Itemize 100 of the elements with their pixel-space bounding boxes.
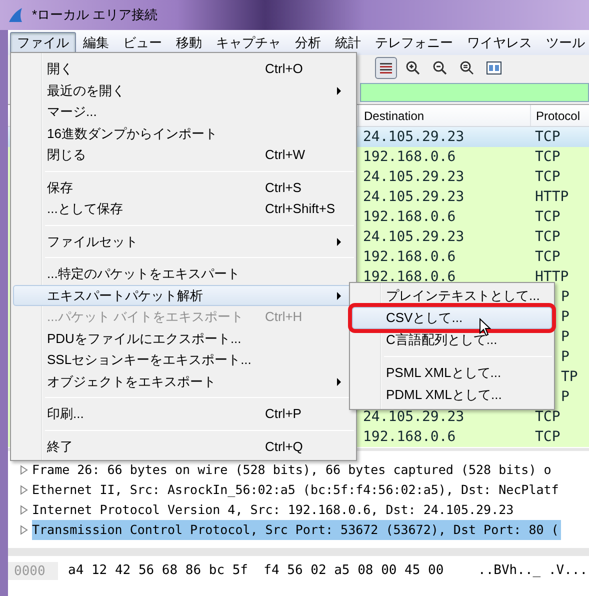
menu-label: エキスパートパケット解析 <box>47 286 204 304</box>
toolbar-button[interactable] <box>375 56 397 78</box>
shortcut-label: Ctrl+Shift+S <box>265 200 336 218</box>
table-cell-text: P <box>561 308 570 326</box>
menu-item[interactable]: テレフォニー <box>368 32 460 54</box>
table-cell-text: TCP <box>534 148 560 166</box>
shortcut-label: Ctrl+P <box>265 405 302 423</box>
menu-item[interactable]: 分析 <box>288 32 328 54</box>
submenu-arrow-icon <box>337 238 341 246</box>
table-cell-text: 192.168.0.6 <box>362 268 457 286</box>
hex-bytes: a4 12 42 56 68 86 bc 5f f4 56 02 a5 08 00 45 00 <box>67 562 445 580</box>
menu-label: ...特定のパケットをエキスパート <box>47 265 241 283</box>
zoom-in-icon <box>405 60 421 76</box>
menu-label: PDUをファイルにエクスポート... <box>47 330 242 348</box>
menu-label: 印刷... <box>47 405 85 423</box>
table-cell-text: 24.105.29.23 <box>362 168 466 186</box>
table-cell-text: P <box>561 348 570 366</box>
menu-label: 保存 <box>47 178 74 196</box>
fin-icon <box>8 7 24 23</box>
table-cell-text: 24.105.29.23 <box>362 408 466 426</box>
shortcut-label: Ctrl+W <box>265 146 306 164</box>
menu-label: PDML XMLとして... <box>386 386 502 404</box>
menu-item[interactable]: 16進数ダンプからインポート <box>13 122 354 144</box>
menu-label: CSVとして... <box>386 309 463 328</box>
table-cell-text: TCP <box>534 228 560 246</box>
zoom-reset-icon <box>459 60 475 76</box>
menu-item[interactable]: ファイルセット <box>13 230 354 252</box>
table-cell-text: P <box>561 388 570 406</box>
menu-item[interactable]: 統計 <box>328 32 368 54</box>
tree-item[interactable]: Internet Protocol Version 4, Src: 192.168.0.6, Dst: 24.105.29.23 <box>32 500 516 520</box>
table-cell-text: TCP <box>534 128 560 146</box>
table-cell-text: 192.168.0.6 <box>362 248 457 266</box>
menu-label: 閉じる <box>47 146 87 164</box>
menu-label: ファイルセット <box>47 232 139 250</box>
submenu-arrow-icon <box>337 292 341 300</box>
menu-label: 開く <box>47 60 74 78</box>
shortcut-label: Ctrl+H <box>265 308 302 326</box>
table-cell-text: TP <box>561 368 578 386</box>
window-title: *ローカル エリア接続 <box>32 6 158 24</box>
menu-label: 終了 <box>47 438 74 456</box>
table-cell-text: HTTP <box>534 188 569 206</box>
column-resize-icon <box>486 60 502 76</box>
menu-label: C言語配列として... <box>386 331 498 350</box>
menu-item[interactable]: ワイヤレス <box>460 32 539 54</box>
submenu-arrow-icon <box>337 86 341 94</box>
menu-item[interactable]: ビュー <box>116 32 169 54</box>
table-cell-text: P <box>561 288 570 306</box>
table-cell-text: HTTP <box>534 268 569 286</box>
offset-label: 0000 <box>8 562 58 580</box>
menu-item[interactable]: 編集 <box>76 32 116 54</box>
shortcut-label: Ctrl+O <box>265 60 303 78</box>
table-cell-text: 24.105.29.23 <box>362 188 466 206</box>
filter-field[interactable] <box>360 82 589 102</box>
table-cell-text: 24.105.29.23 <box>362 228 466 246</box>
menu-item[interactable]: 移動 <box>169 32 209 54</box>
menu-item[interactable]: キャプチャ <box>209 32 288 54</box>
ascii-text: ..BVh.._ .V... <box>478 562 588 580</box>
menu-item[interactable]: 閉じる Ctrl+W <box>13 144 354 166</box>
table-cell-text: TCP <box>534 168 560 186</box>
submenu-arrow-icon <box>337 378 341 386</box>
table-cell-text: 192.168.0.6 <box>362 148 457 166</box>
menu-item[interactable]: ...特定のパケットをエキスパート <box>13 263 354 284</box>
menu-label: ...パケット バイトをエキスポート <box>47 308 244 326</box>
menu-item[interactable]: 印刷... Ctrl+P <box>13 403 354 424</box>
table-cell-text: 24.105.29.23 <box>362 128 466 146</box>
tree-item[interactable]: Ethernet II, Src: AsrockIn_56:02:a5 (bc:5f:f4:56:02:a5), Dst: NecPlatf <box>32 480 561 500</box>
menu-item[interactable]: PSML XMLとして... <box>352 362 552 384</box>
menu-item[interactable]: ファイル <box>10 32 76 54</box>
menu-label: 16進数ダンプからインポート <box>47 124 218 142</box>
tree-item[interactable]: Transmission Control Protocol, Src Port: 53672 (53672), Dst Port: 80 ( <box>32 520 561 540</box>
mouse-pointer-icon <box>479 318 491 337</box>
menu-item[interactable]: プレインテキストとして... <box>352 285 552 307</box>
menu-item[interactable]: 開く Ctrl+O <box>13 58 354 80</box>
menu-label: 最近のを開く <box>47 82 126 100</box>
menu-item[interactable]: 保存 Ctrl+S <box>13 176 354 198</box>
menu-item[interactable]: 終了 Ctrl+Q <box>13 436 354 457</box>
table-cell-text: TCP <box>534 208 560 226</box>
menu-label: SSLセションキーをエキスポート... <box>47 351 252 369</box>
menu-item[interactable]: 最近のを開く <box>13 80 354 101</box>
menu-item[interactable]: C言語配列として... <box>352 329 552 351</box>
table-cell-text: 192.168.0.6 <box>362 208 457 226</box>
column-header[interactable]: Protocol <box>530 105 589 126</box>
table-cell-text: P <box>561 328 570 346</box>
menu-label: PSML XMLとして... <box>386 364 502 382</box>
zoom-out-icon <box>432 60 448 76</box>
menu-item[interactable]: PDML XMLとして... <box>352 384 552 406</box>
menu-item[interactable]: ...として保存 Ctrl+Shift+S <box>13 198 354 220</box>
table-cell-text: TCP <box>534 428 560 446</box>
menu-item[interactable]: マージ... <box>13 101 354 122</box>
column-header[interactable]: Destination <box>358 105 530 126</box>
table-cell-text: 192.168.0.6 <box>362 428 457 446</box>
menu-label: オブジェクトをエキスポート <box>47 372 217 390</box>
shortcut-label: Ctrl+S <box>265 178 302 196</box>
table-cell-text: TCP <box>534 248 560 266</box>
menu-label: マージ... <box>47 103 98 121</box>
tree-item[interactable]: Frame 26: 66 bytes on wire (528 bits), 66 bytes captured (528 bits) o <box>32 460 554 480</box>
menu-label: プレインテキストとして... <box>386 287 540 306</box>
shortcut-label: Ctrl+Q <box>265 438 303 456</box>
table-cell-text: TCP <box>534 408 560 426</box>
menu-item[interactable]: ツール <box>539 32 589 54</box>
